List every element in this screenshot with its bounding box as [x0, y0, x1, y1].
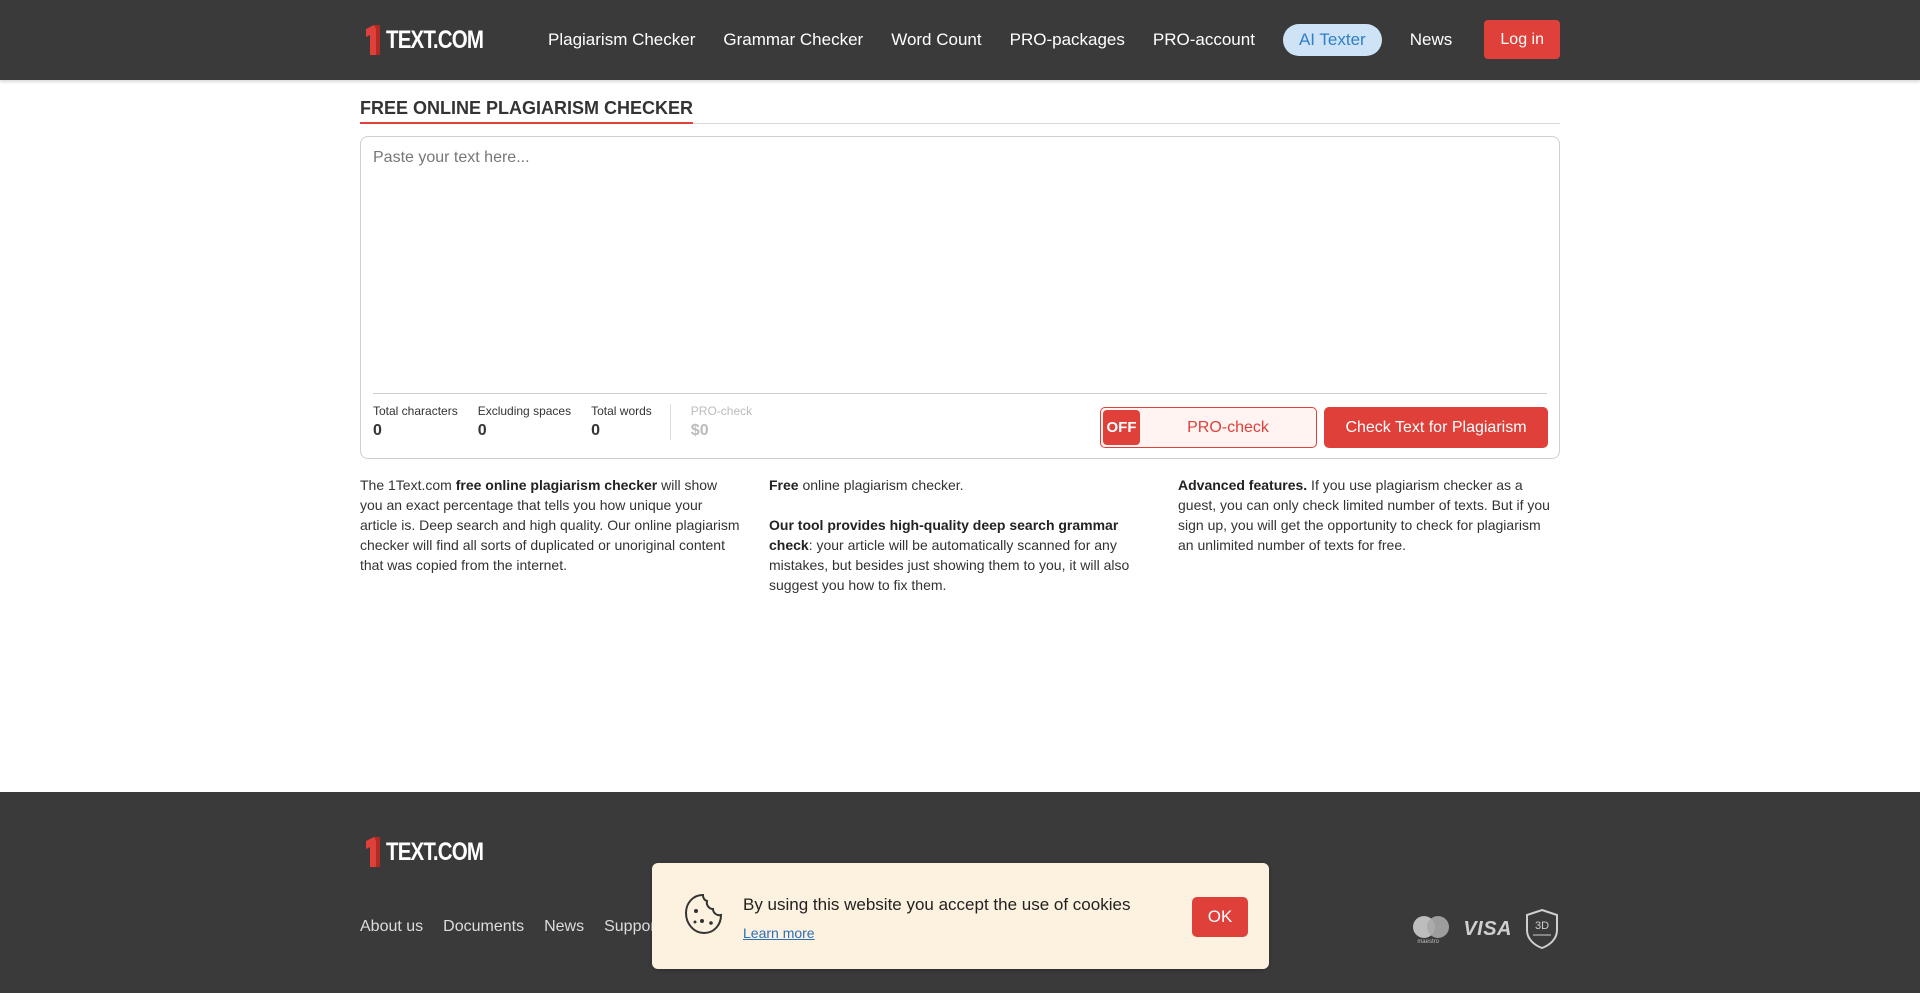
mastercard-icon: maestro — [1413, 912, 1453, 946]
info-bold: Free — [769, 477, 799, 493]
logo-one-icon — [366, 837, 380, 867]
info-paragraph: Free online plagiarism checker. — [769, 475, 1151, 495]
stat-label: PRO-check — [690, 404, 753, 418]
stat-value: 0 — [591, 422, 600, 439]
logo-one-icon — [366, 25, 380, 55]
section-header: FREE ONLINE PLAGIARISM CHECKER — [360, 98, 1560, 124]
stat-excluding-spaces: Excluding spaces 0 — [478, 404, 571, 440]
visa-icon: VISA — [1463, 917, 1512, 940]
footer-link-documents[interactable]: Documents — [443, 918, 524, 936]
toggle-state: OFF — [1103, 410, 1140, 445]
info-text: : your article will be automatically sca… — [769, 537, 1130, 593]
info-bold: Advanced features. — [1178, 477, 1308, 493]
payment-methods: maestro VISA 3D — [1413, 908, 1560, 950]
stat-value: 0 — [477, 422, 487, 439]
nav-plagiarism-checker[interactable]: Plagiarism Checker — [548, 30, 695, 50]
footer-link-news[interactable]: News — [544, 918, 584, 936]
cookie-banner: By using this website you accept the use… — [652, 863, 1269, 969]
check-plagiarism-button[interactable]: Check Text for Plagiarism — [1324, 407, 1548, 448]
secure-shield-icon: 3D — [1526, 908, 1558, 950]
editor-panel: Total characters 0 Excluding spaces 0 To… — [360, 136, 1560, 459]
stat-value: $0 — [690, 422, 709, 439]
page-title: FREE ONLINE PLAGIARISM CHECKER — [360, 98, 694, 124]
info-section: The 1Text.com free online plagiarism che… — [360, 475, 1560, 595]
nav-word-count[interactable]: Word Count — [891, 30, 981, 50]
cookie-ok-button[interactable]: OK — [1192, 897, 1248, 937]
nav-ai-texter[interactable]: AI Texter — [1282, 24, 1382, 56]
stat-label: Total words — [591, 404, 652, 418]
info-text: online plagiarism checker. — [798, 477, 964, 493]
text-input[interactable] — [373, 149, 1547, 389]
toggle-label: PRO-check — [1187, 418, 1269, 436]
cookie-message: By using this website you accept the use… — [743, 895, 1131, 914]
info-column-2: Free online plagiarism checker. Our tool… — [769, 475, 1151, 595]
logo[interactable]: TEXT.COM — [360, 22, 504, 58]
info-paragraph: Our tool provides high-quality deep sear… — [769, 515, 1151, 595]
cookie-learn-more-link[interactable]: Learn more — [743, 925, 815, 941]
stat-label: Excluding spaces — [477, 404, 572, 418]
footer-links: About us Documents News Support — [360, 918, 680, 936]
login-button[interactable]: Log in — [1484, 20, 1560, 59]
main-content: FREE ONLINE PLAGIARISM CHECKER Total cha… — [360, 80, 1560, 595]
info-column-3: Advanced features. If you use plagiarism… — [1178, 475, 1560, 595]
pro-check-toggle[interactable]: OFF PRO-check — [1100, 407, 1317, 448]
stat-total-words: Total words 0 — [591, 404, 652, 440]
secure-label: 3D — [1535, 920, 1549, 932]
main-nav: Plagiarism Checker Grammar Checker Word … — [548, 0, 1480, 80]
info-paragraph: Advanced features. If you use plagiarism… — [1178, 475, 1560, 555]
stat-value: 0 — [373, 422, 382, 439]
editor-divider — [373, 393, 1547, 394]
cookie-icon — [684, 893, 723, 935]
stat-total-characters: Total characters 0 — [373, 404, 458, 440]
site-header: TEXT.COM Plagiarism Checker Grammar Chec… — [0, 0, 1920, 80]
logo-text: TEXT.COM — [386, 25, 484, 54]
nav-pro-packages[interactable]: PRO-packages — [1010, 30, 1125, 50]
nav-pro-account[interactable]: PRO-account — [1153, 30, 1255, 50]
mastercard-label: maestro — [1417, 939, 1439, 945]
info-text: The 1Text.com — [360, 477, 456, 493]
stat-label: Total characters — [373, 404, 458, 418]
nav-grammar-checker[interactable]: Grammar Checker — [723, 30, 863, 50]
info-bold: free online plagiarism checker — [455, 477, 658, 493]
info-paragraph: The 1Text.com free online plagiarism che… — [360, 475, 742, 575]
logo-text: TEXT.COM — [386, 837, 484, 866]
nav-news[interactable]: News — [1410, 30, 1453, 50]
text-stats: Total characters 0 Excluding spaces 0 To… — [373, 404, 772, 440]
footer-link-about[interactable]: About us — [360, 918, 423, 936]
stat-pro-check: PRO-check $0 — [669, 404, 753, 440]
footer-logo[interactable]: TEXT.COM — [360, 834, 504, 870]
info-column-1: The 1Text.com free online plagiarism che… — [360, 475, 742, 595]
